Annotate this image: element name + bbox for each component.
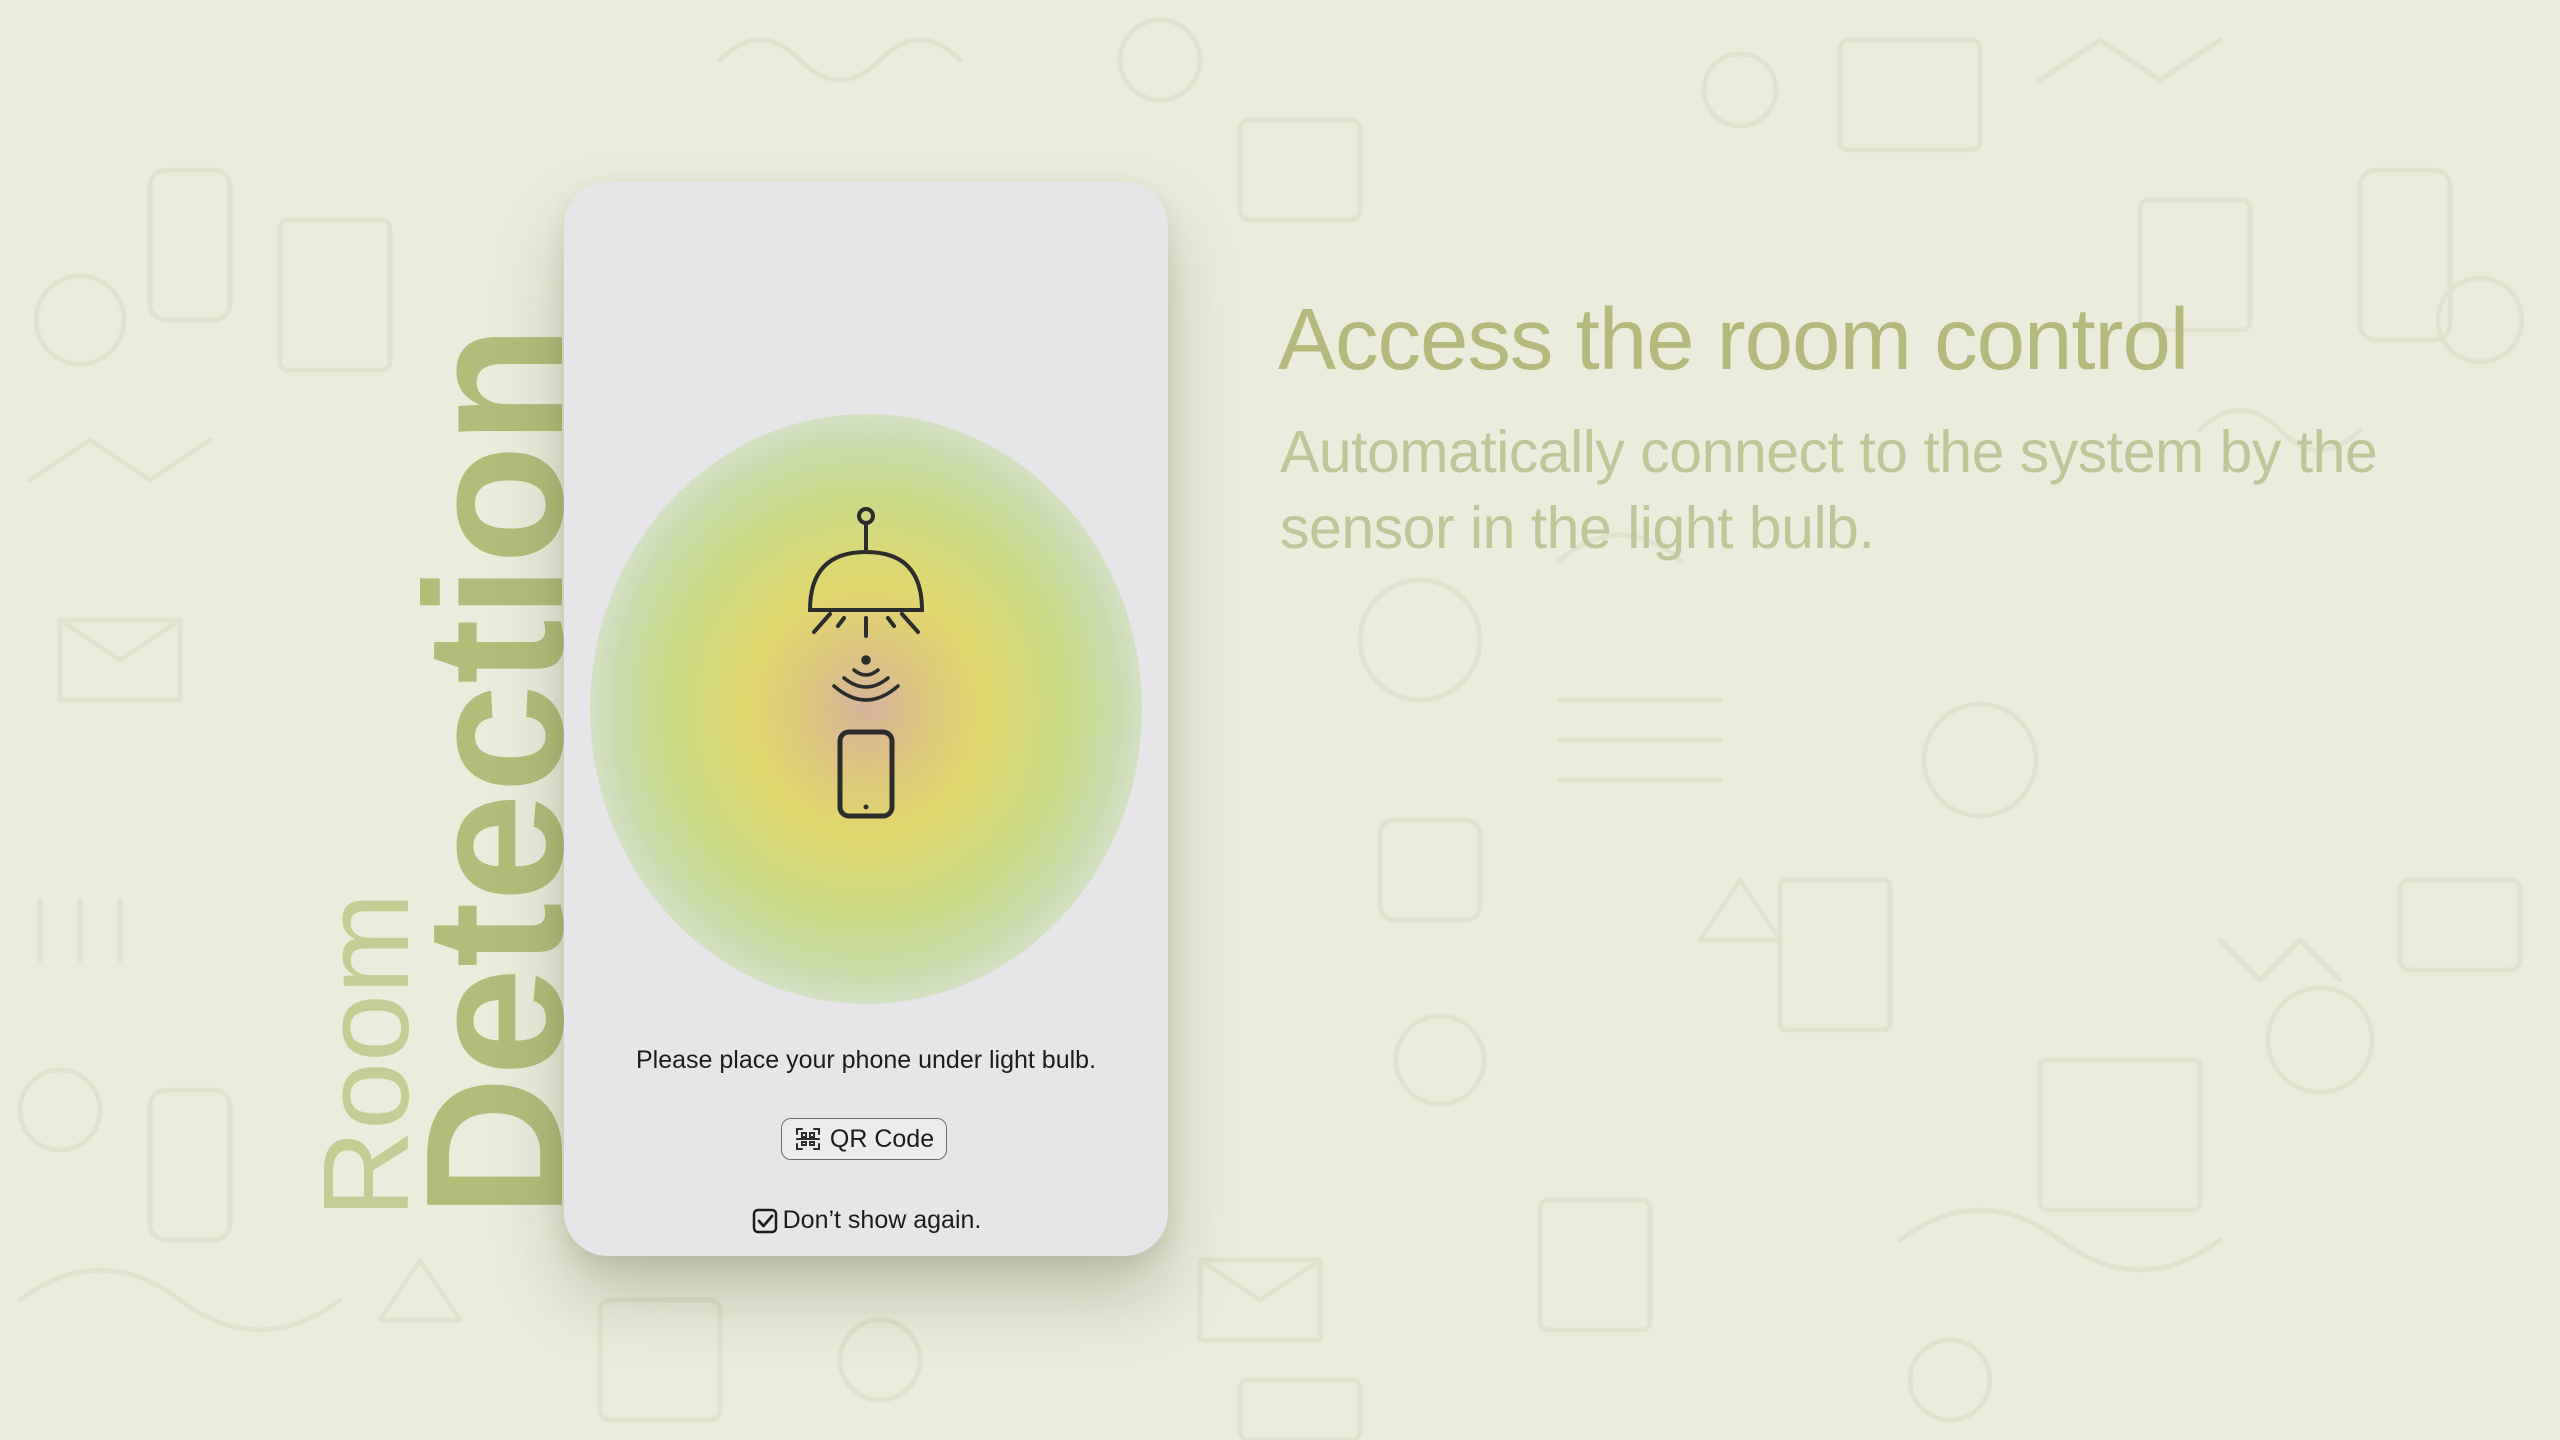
- qr-code-button[interactable]: QR Code: [781, 1118, 947, 1160]
- lamp-phone-illustration: [807, 507, 925, 819]
- instruction-text: Please place your phone under light bulb…: [635, 1046, 1097, 1074]
- dont-show-again-label: Don’t show again.: [782, 1206, 982, 1234]
- smartphone-icon: [837, 729, 895, 819]
- ceiling-lamp-icon: [807, 507, 925, 638]
- dont-show-again-row: Don’t show again.: [564, 1206, 1168, 1235]
- qr-scan-icon: [795, 1128, 820, 1150]
- feature-description: Automatically connect to the system by t…: [1280, 419, 2378, 561]
- feature-heading: Access the room control: [1278, 291, 2189, 388]
- checkbox-checked-icon[interactable]: [751, 1207, 779, 1235]
- app-stage: Room Detection Please place your phone u…: [0, 0, 2560, 1440]
- phone-screen: Please place your phone under light bulb…: [564, 182, 1168, 1256]
- wireless-signal-icon: [832, 655, 900, 702]
- background-pattern: [17, 17, 2525, 1440]
- qr-code-button-label: QR Code: [829, 1124, 935, 1153]
